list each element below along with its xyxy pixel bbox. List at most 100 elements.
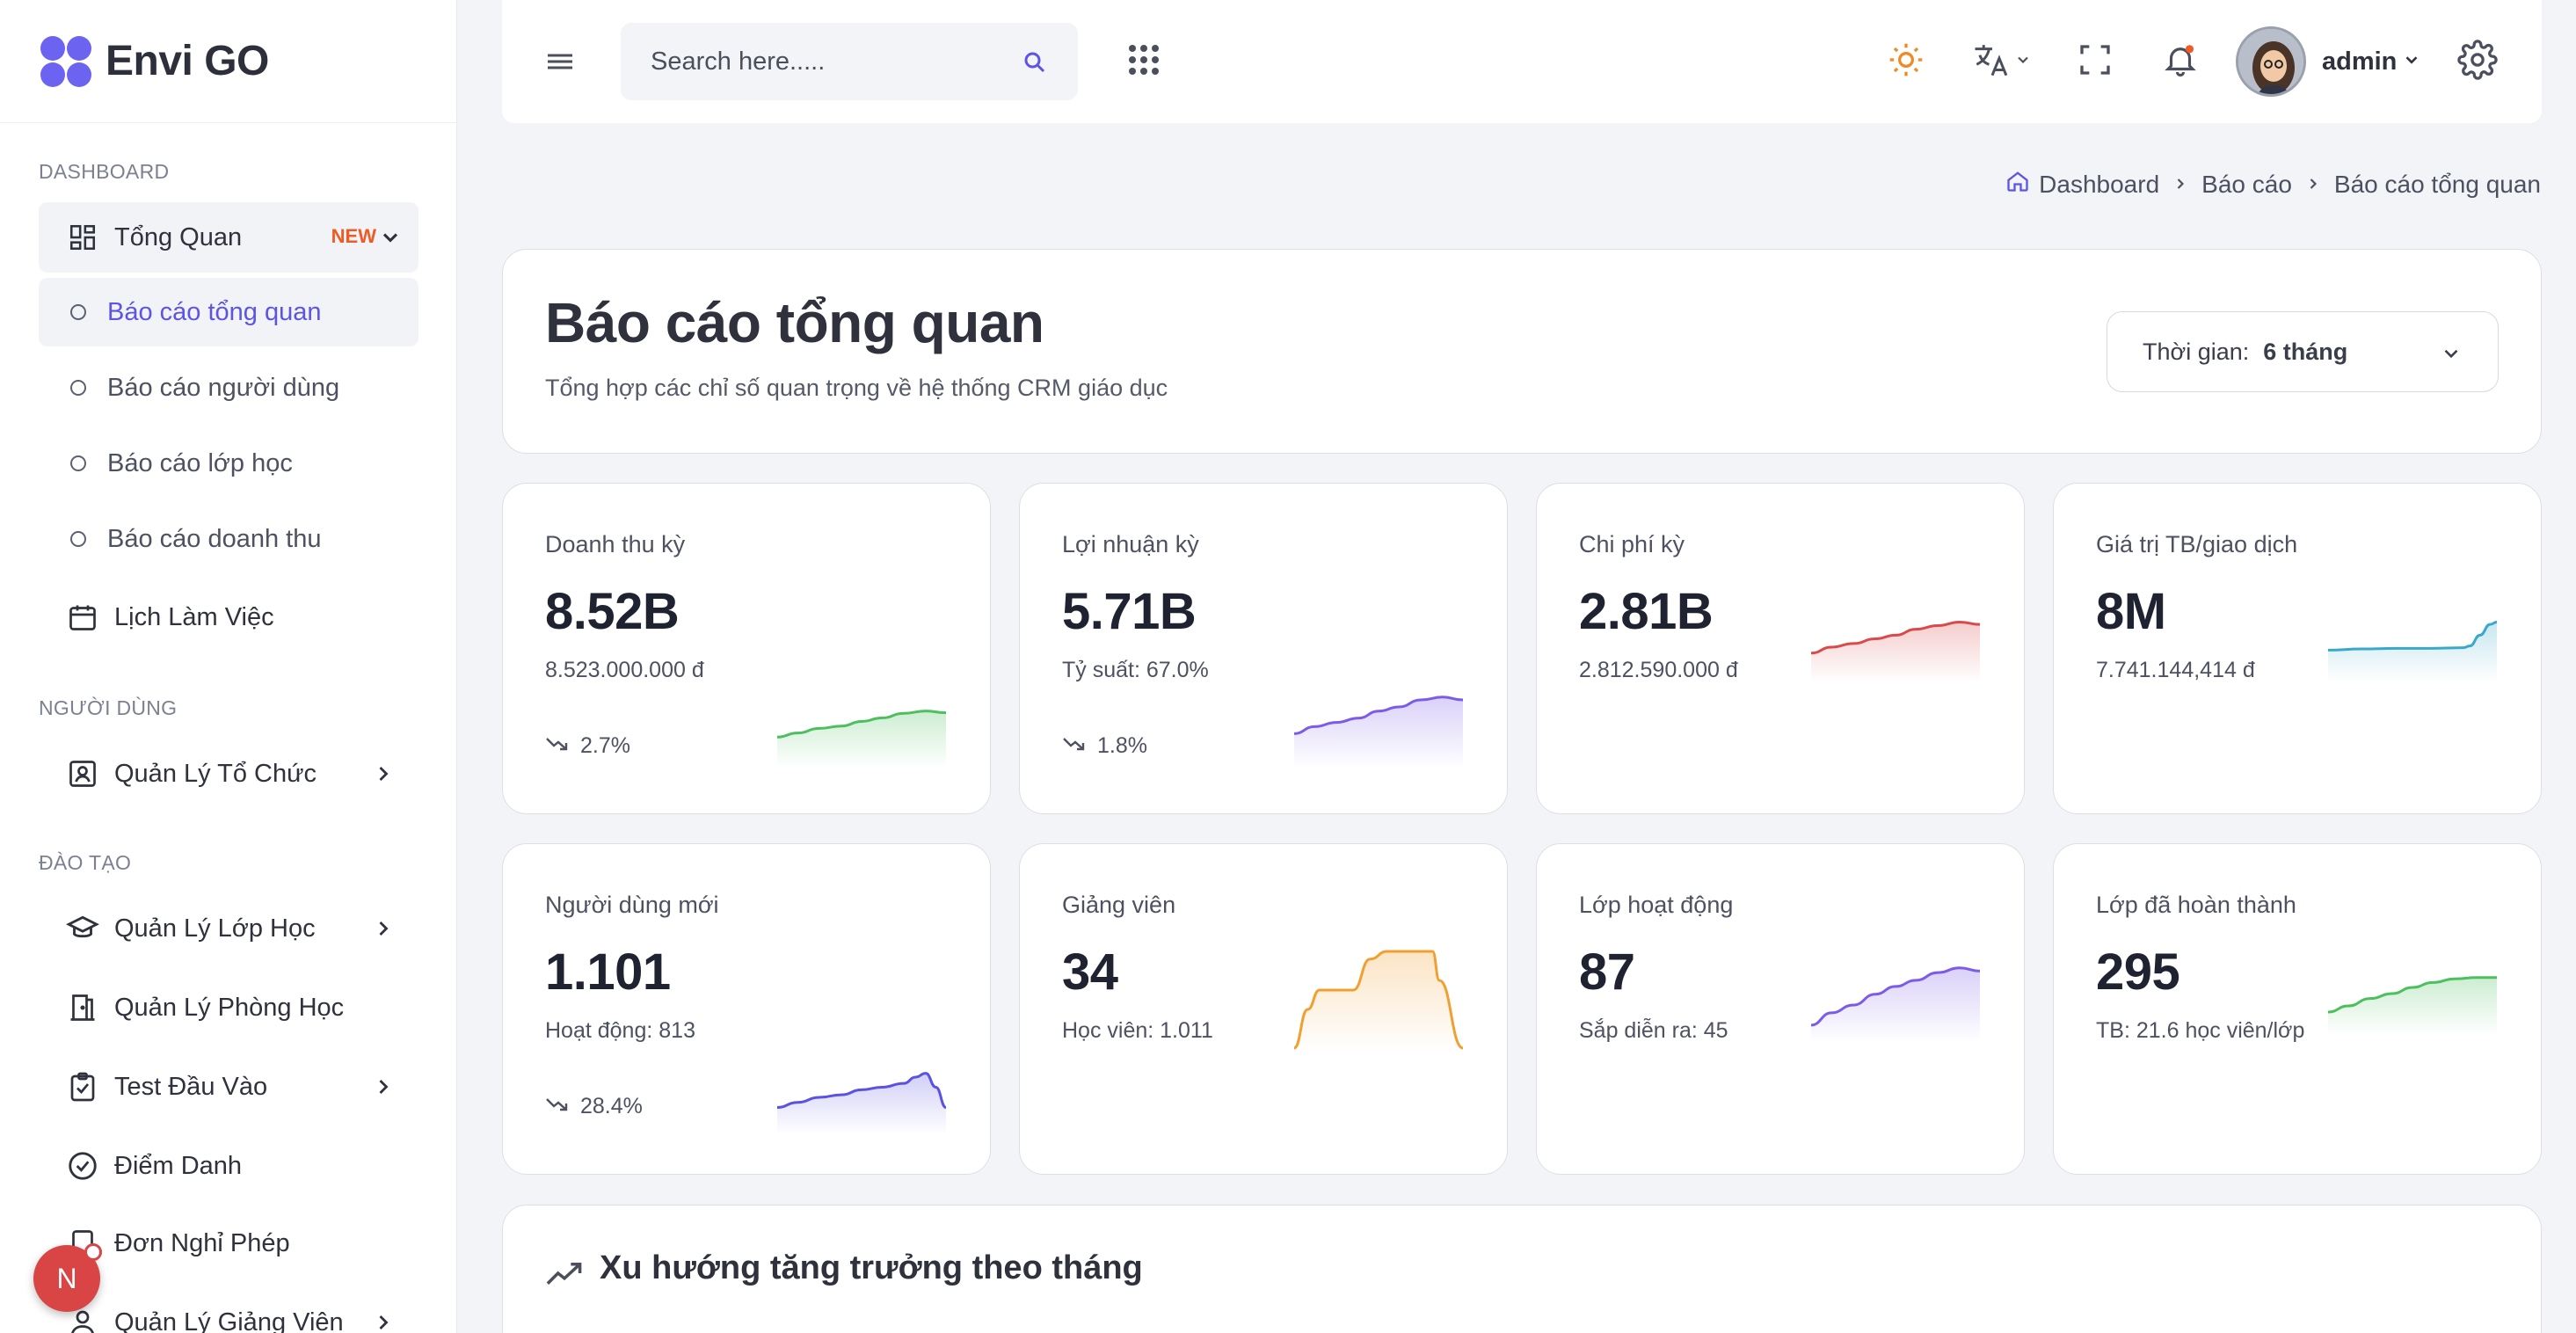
sidebar-item-label: Quản Lý Giảng Viên	[114, 1308, 344, 1333]
search-icon[interactable]	[1022, 49, 1048, 80]
stat-label: Lớp đã hoàn thành	[2096, 892, 2296, 918]
stat-label: Người dùng mới	[545, 892, 719, 918]
sidebar-item-label: Điểm Danh	[114, 1151, 243, 1180]
sparkline	[1810, 620, 1981, 682]
stat-card[interactable]: Giá trị TB/giao dịch 8M 7.741.144,414 đ	[2053, 483, 2542, 814]
sidebar-item-label: Quản Lý Phòng Học	[114, 993, 345, 1022]
stat-subtext: Hoạt động: 813	[545, 1018, 695, 1043]
sidebar-item-label: Tổng Quan	[114, 222, 243, 251]
clipboard-check-icon	[65, 1069, 100, 1104]
theme-toggle[interactable]	[1887, 26, 1925, 97]
sidebar-item-rooms[interactable]: Quản Lý Phòng Học	[39, 972, 418, 1043]
sidebar-item-label: Test Đầu Vào	[114, 1072, 268, 1101]
stat-label: Giá trị TB/giao dịch	[2096, 531, 2298, 557]
stat-card[interactable]: Chi phí kỳ 2.81B 2.812.590.000 đ	[1536, 483, 2025, 814]
time-label: Thời gian:	[2143, 338, 2250, 365]
sparkline	[1293, 950, 1464, 1053]
stat-trend: 2.7%	[545, 733, 630, 759]
chevron-down-icon	[2402, 50, 2421, 74]
trend-down-icon	[1062, 733, 1097, 759]
sparkline	[1293, 696, 1464, 768]
stat-card[interactable]: Doanh thu kỳ 8.52B 8.523.000.000 đ 2.7%	[502, 483, 991, 814]
trend-down-icon	[545, 1094, 580, 1119]
fab-letter: N	[56, 1262, 77, 1294]
breadcrumb-reports[interactable]: Báo cáo	[2201, 171, 2292, 199]
stat-value: 34	[1062, 943, 1118, 1001]
sparkline-area	[1811, 622, 1980, 682]
stat-label: Doanh thu kỳ	[545, 531, 686, 557]
sparkline-area	[1294, 951, 1463, 1053]
floating-action-button[interactable]: N	[33, 1243, 102, 1312]
stat-value: 8.52B	[545, 583, 680, 640]
stat-card[interactable]: Người dùng mới 1.101 Hoạt động: 813 28.4%	[502, 843, 991, 1175]
sparkline-line	[2327, 620, 2498, 652]
chevron-right-icon	[371, 1074, 396, 1099]
page-subtitle: Tổng hợp các chỉ số quan trọng về hệ thố…	[545, 375, 1168, 401]
stat-trend-value: 28.4%	[580, 1094, 643, 1118]
chevron-right-icon	[371, 761, 396, 786]
notifications-button[interactable]	[2162, 26, 2199, 97]
trend-down-icon	[545, 733, 580, 759]
sidebar-sub-class-report[interactable]: Báo cáo lớp học	[39, 429, 418, 498]
stat-trend-value: 1.8%	[1097, 733, 1147, 758]
stat-card[interactable]: Lợi nhuận kỳ 5.71B Tỷ suất: 67.0% 1.8%	[1019, 483, 1508, 814]
graduation-cap-icon	[65, 911, 100, 946]
brand-name: Envi GO	[106, 38, 269, 84]
user-card-icon	[65, 756, 100, 791]
apps-icon[interactable]	[1128, 44, 1160, 80]
breadcrumb-current: Báo cáo tổng quan	[2333, 170, 2541, 198]
stat-value: 8M	[2096, 583, 2166, 640]
sparkline	[776, 710, 947, 768]
stat-value: 295	[2096, 943, 2180, 1001]
chevron-down-icon	[2440, 342, 2463, 371]
sidebar-item-attendance[interactable]: Điểm Danh	[39, 1131, 418, 1201]
door-icon	[65, 990, 100, 1025]
menu-icon[interactable]	[546, 48, 574, 75]
breadcrumb: Dashboard Báo cáo Báo cáo tổng quan	[2005, 169, 2541, 200]
sparkline	[776, 1072, 947, 1134]
settings-icon	[2457, 39, 2498, 84]
chevron-down-icon	[378, 225, 403, 250]
sidebar-sub-label: Báo cáo tổng quan	[107, 297, 322, 326]
stat-subtext: 8.523.000.000 đ	[545, 658, 704, 682]
stat-subtext: 2.812.590.000 đ	[1579, 658, 1738, 682]
sidebar-item-entrance-test[interactable]: Test Đầu Vào	[39, 1052, 418, 1122]
language-selector[interactable]	[1972, 26, 2032, 97]
dashboard-icon	[65, 220, 100, 255]
section-users: NGƯỜI DÙNG	[39, 696, 178, 719]
stat-card[interactable]: Giảng viên 34 Học viên: 1.011	[1019, 843, 1508, 1175]
sidebar-item-label: Lịch Làm Việc	[114, 602, 274, 631]
circle-icon	[70, 304, 86, 320]
sidebar-sub-user-report[interactable]: Báo cáo người dùng	[39, 353, 418, 422]
stat-subtext: TB: 21.6 học viên/lớp	[2096, 1018, 2305, 1043]
home-icon	[2005, 169, 2030, 200]
sidebar-item-calendar[interactable]: Lịch Làm Việc	[39, 582, 418, 652]
search-input[interactable]	[651, 47, 1002, 76]
sidebar-item-overview[interactable]: Tổng Quan NEW	[39, 202, 418, 273]
sparkline-area	[1811, 967, 1980, 1043]
sidebar-sub-revenue-report[interactable]: Báo cáo doanh thu	[39, 505, 418, 573]
stat-card[interactable]: Lớp đã hoàn thành 295 TB: 21.6 học viên/lớ…	[2053, 843, 2542, 1175]
calendar-icon	[65, 600, 100, 635]
time-range-select[interactable]: Thời gian: 6 tháng	[2107, 311, 2499, 392]
sparkline	[1810, 966, 1981, 1043]
time-value: 6 tháng	[2263, 338, 2348, 365]
settings-button[interactable]	[2457, 26, 2498, 97]
user-menu[interactable]: admin	[2236, 26, 2421, 97]
sparkline-area	[777, 710, 946, 768]
fullscreen-button[interactable]	[2078, 26, 2113, 97]
sidebar-sub-overview-report[interactable]: Báo cáo tổng quan	[39, 278, 418, 346]
breadcrumb-dashboard[interactable]: Dashboard	[2039, 171, 2159, 199]
translate-icon	[1972, 40, 2012, 84]
stat-card[interactable]: Lớp hoạt động 87 Sắp diễn ra: 45	[1536, 843, 2025, 1175]
sidebar-item-classes[interactable]: Quản Lý Lớp Học	[39, 893, 418, 964]
stat-value: 1.101	[545, 943, 671, 1001]
brand[interactable]: Envi GO	[0, 0, 456, 123]
circle-icon	[70, 531, 86, 547]
stat-label: Chi phí kỳ	[1579, 531, 1685, 557]
section-training: ĐÀO TẠO	[39, 851, 132, 874]
stat-subtext: Sắp diễn ra: 45	[1579, 1018, 1728, 1043]
sidebar-item-organization[interactable]: Quản Lý Tổ Chức	[39, 739, 418, 809]
notification-dot	[84, 1243, 102, 1261]
stat-trend-value: 2.7%	[580, 733, 630, 758]
